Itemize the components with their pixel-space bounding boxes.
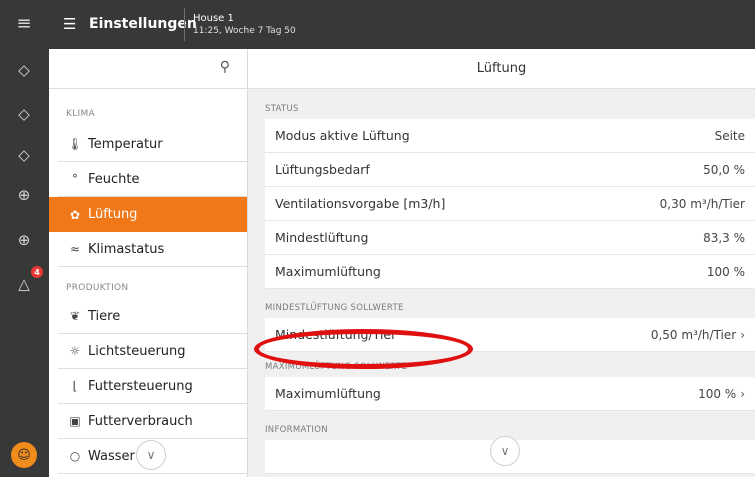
house-info[interactable]: House 1 11:25, Woche 7 Tag 50 (193, 13, 296, 37)
sidebar-item-label: Tiere (88, 308, 121, 324)
avatar[interactable]: ☺ (11, 442, 37, 468)
sidebar-section-klima: KLIMA (66, 109, 95, 119)
setting-row-maximum[interactable]: Maximumlüftung 100 % › (265, 377, 755, 411)
sidebar-item-label: Lichtsteuerung (88, 343, 186, 359)
highlight-ellipse (254, 329, 473, 369)
thermometer-icon: 🌡 (67, 137, 83, 151)
sidebar-item-temperatur[interactable]: 🌡 Temperatur (58, 127, 247, 162)
house-icon[interactable]: ◇ (12, 102, 36, 126)
status-row-bedarf: Lüftungsbedarf 50,0 % (265, 153, 755, 187)
top-bar: ☰ Einstellungen House 1 11:25, Woche 7 T… (49, 0, 755, 49)
status-row-mindest: Mindestlüftung 83,3 % (265, 221, 755, 255)
dashboard-icon[interactable]: ◇ (12, 58, 36, 82)
sidebar-section-produktion: PRODUKTION (66, 283, 129, 293)
water-icon: ○ (69, 449, 81, 463)
row-value: Seite (714, 128, 745, 143)
row-value: 0,50 m³/h/Tier (650, 327, 737, 342)
sidebar-item-lichtsteuerung[interactable]: ☼ Lichtsteuerung (58, 334, 247, 369)
sidebar-item-lueftung[interactable]: ✿ Lüftung (49, 197, 247, 232)
feed-consumption-icon: ▣ (69, 414, 81, 428)
sidebar-search[interactable]: ⚲ (49, 49, 247, 89)
sidebar-item-label: Lüftung (88, 207, 138, 222)
row-label: Mindestlüftung (275, 230, 369, 245)
status-row-vorgabe: Ventilationsvorgabe [m3/h] 0,30 m³/h/Tie… (265, 187, 755, 221)
globe-icon[interactable]: ⊕ (12, 228, 36, 252)
row-label: Maximumlüftung (275, 264, 381, 279)
row-value: 50,0 % (703, 162, 745, 177)
row-label: Ventilationsvorgabe [m3/h] (275, 196, 446, 211)
row-value: 100 % (698, 386, 737, 401)
sidebar-item-label: Klimastatus (88, 241, 165, 257)
sidebar-item-tiere[interactable]: ❦ Tiere (58, 299, 247, 334)
house-name: House 1 (193, 13, 234, 24)
fan-icon: ✿ (69, 207, 81, 222)
house-icon[interactable]: ◇ (12, 143, 36, 167)
house-time: 11:25, Woche 7 Tag 50 (193, 26, 296, 36)
sidebar-item-label: Wasser (88, 448, 135, 464)
light-icon: ☼ (69, 344, 81, 358)
scroll-down-button[interactable]: ∨ (136, 440, 166, 470)
chevron-right-icon: › (740, 327, 745, 342)
row-value: 100 % (706, 264, 745, 279)
status-row-modus: Modus aktive Lüftung Seite (265, 119, 755, 153)
divider (184, 8, 185, 41)
row-label: Maximumlüftung (275, 386, 381, 401)
humidity-icon: ° (72, 172, 78, 186)
feed-control-icon: ⌊ (72, 379, 78, 393)
settings-sliders-icon: ☰ (63, 15, 77, 33)
sidebar-item-klimastatus[interactable]: ≈ Klimastatus (58, 232, 247, 267)
row-label: Lüftungsbedarf (275, 162, 370, 177)
hamburger-icon[interactable]: ≡ (12, 11, 36, 35)
sidebar-item-futterverbrauch[interactable]: ▣ Futterverbrauch (58, 404, 247, 439)
sidebar: ⚲ KLIMA 🌡 Temperatur ° Feuchte ✿ Lüftung… (49, 49, 247, 477)
sidebar-item-label: Temperatur (88, 136, 163, 152)
climate-status-icon: ≈ (69, 242, 81, 256)
main-panel: Lüftung STATUS Modus aktive Lüftung Seit… (247, 49, 755, 477)
section-min-sollwerte: MINDESTLÜFTUNG SOLLWERTE (265, 303, 404, 313)
sidebar-item-label: Futtersteuerung (88, 378, 193, 394)
section-information: INFORMATION (265, 425, 328, 435)
sidebar-item-label: Feuchte (88, 171, 140, 187)
globe-icon[interactable]: ⊕ (12, 183, 36, 207)
animals-icon: ❦ (69, 309, 81, 323)
sidebar-item-futtersteuerung[interactable]: ⌊ Futtersteuerung (58, 369, 247, 404)
chevron-down-icon: ∨ (146, 448, 156, 462)
sidebar-item-label: Futterverbrauch (88, 413, 193, 429)
row-label: Modus aktive Lüftung (275, 128, 410, 143)
notification-badge: 4 (31, 266, 43, 278)
chevron-right-icon: › (740, 386, 745, 401)
row-value: 83,3 % (703, 230, 745, 245)
icon-rail: ≡ ◇ ◇ ◇ ⊕ ⊕ △ 4 ☺ (0, 0, 49, 477)
section-status: STATUS (265, 104, 299, 114)
sidebar-item-feuchte[interactable]: ° Feuchte (58, 162, 247, 197)
scroll-down-button[interactable]: ∨ (490, 436, 520, 466)
panel-title: Lüftung (248, 49, 755, 89)
row-value: 0,30 m³/h/Tier (659, 196, 745, 211)
page-title: Einstellungen (89, 16, 197, 32)
status-row-maximum: Maximumlüftung 100 % (265, 255, 755, 289)
chevron-down-icon: ∨ (500, 444, 510, 458)
search-icon[interactable]: ⚲ (220, 59, 230, 75)
